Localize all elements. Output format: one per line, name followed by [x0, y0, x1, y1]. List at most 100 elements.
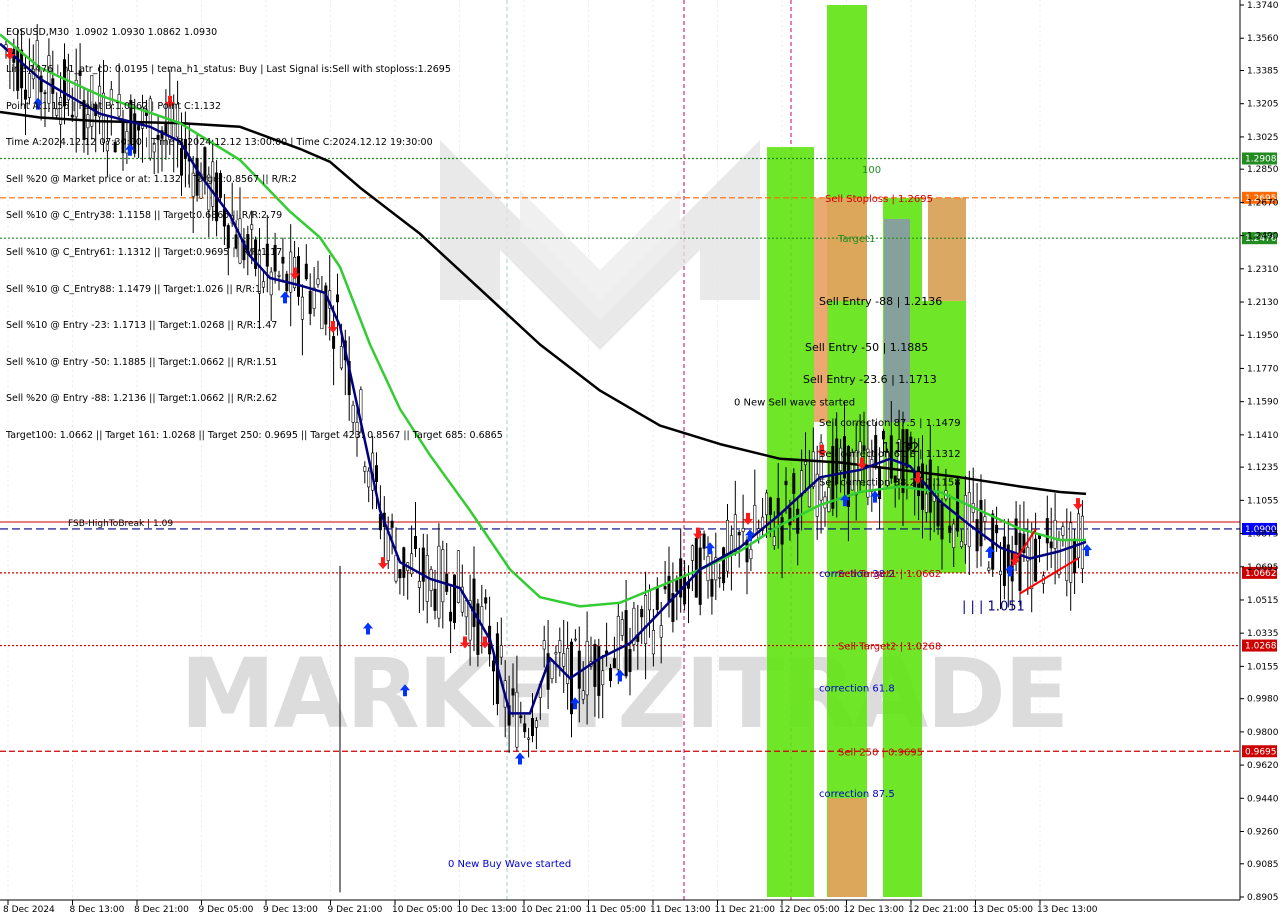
level-label: Sell Stoploss | 1.2695	[825, 194, 933, 205]
level-label: Sell Target1 | 1.0662	[838, 569, 941, 580]
fsb-label: FSB-HighToBreak | 1.09	[68, 519, 173, 529]
candle-body	[511, 688, 515, 696]
candle-body	[1034, 538, 1038, 582]
candle-body	[410, 553, 414, 575]
candle-body	[1030, 535, 1034, 590]
level-label: Sell Entry -23.6 | 1.1713	[803, 373, 937, 386]
y-tick-label: 1.2490	[1247, 232, 1279, 242]
candle-body	[413, 536, 417, 549]
info-line: Sell %10 @ C_Entry88: 1.1479 || Target:1…	[6, 283, 262, 295]
info-line: EOSUSD,M30 1.0902 1.0930 1.0862 1.0930	[6, 27, 218, 39]
x-tick-label: 11 Dec 05:00	[586, 905, 647, 915]
x-tick-label: 12 Dec 13:00	[844, 905, 905, 915]
y-tick-label: 0.9620	[1247, 761, 1279, 771]
candle-body	[667, 575, 671, 603]
candle-body	[675, 578, 679, 592]
candle-body	[394, 554, 398, 582]
y-tick-label: 1.3560	[1247, 34, 1279, 44]
x-tick-label: 12 Dec 05:00	[779, 905, 840, 915]
candle-body	[827, 487, 831, 512]
down-arrow-icon	[378, 557, 388, 570]
candle-body	[995, 524, 999, 534]
candle-body	[441, 549, 445, 603]
candle-body	[924, 493, 928, 513]
y-tick-label: 0.8905	[1247, 893, 1279, 903]
candle-body	[464, 600, 468, 618]
level-label: Target1	[837, 234, 875, 245]
level-label: correction 87.5	[819, 789, 895, 800]
x-tick-label: 9 Dec 05:00	[199, 905, 254, 915]
candle-body	[749, 549, 753, 560]
info-line: Point A:1.156 | Point B:1.0662 | Point C…	[6, 100, 222, 112]
level-label: Sell Entry -88 | 1.2136	[819, 295, 942, 308]
candle-body	[608, 667, 612, 681]
candle-body	[1069, 522, 1073, 583]
candle-body	[1065, 540, 1069, 581]
y-tick-label: 1.1410	[1247, 431, 1279, 441]
price-tag-label: 1.0268	[1245, 642, 1277, 652]
candle-body	[616, 615, 620, 670]
candle-body	[694, 538, 698, 598]
y-tick-label: 1.0515	[1247, 596, 1279, 606]
down-arrow-icon	[1073, 498, 1083, 511]
level-label: Sell correction 87.5 | 1.1479	[819, 418, 961, 429]
y-tick-label: 1.3025	[1247, 133, 1279, 143]
level-label: Sell 250 | 0.9695	[838, 747, 923, 758]
candle-body	[367, 470, 371, 488]
price-tag-label: 1.2908	[1245, 154, 1277, 164]
x-tick-label: 8 Dec 21:00	[134, 905, 189, 915]
zone-rect	[928, 197, 966, 301]
candle-body	[706, 555, 710, 581]
y-tick-label: 1.1770	[1247, 364, 1279, 374]
candle-body	[449, 611, 453, 622]
x-tick-label: 10 Dec 13:00	[457, 905, 518, 915]
candle-body	[1073, 538, 1077, 574]
y-tick-label: 1.1235	[1247, 463, 1279, 473]
candle-body	[527, 737, 531, 740]
x-tick-label: 9 Dec 13:00	[263, 905, 318, 915]
y-tick-label: 0.9980	[1247, 695, 1279, 705]
candle-body	[651, 630, 655, 655]
info-line: Time A:2024.12.12 07:30:00 | Time B:2024…	[6, 137, 433, 149]
candle-body	[476, 603, 480, 655]
y-tick-label: 1.0875	[1247, 530, 1279, 540]
candle-body	[581, 690, 585, 700]
candle-body	[983, 516, 987, 522]
info-line: Line:1476 | h1_atr_c0: 0.0195 | tema_h1_…	[6, 64, 451, 75]
candle-body	[542, 640, 546, 650]
candle-body	[979, 499, 983, 547]
info-line: Sell %10 @ Entry -23: 1.1713 || Target:1…	[6, 320, 278, 332]
candle-body	[690, 545, 694, 561]
candle-body	[390, 520, 394, 528]
zone-rect	[922, 300, 966, 573]
up-arrow-icon	[515, 752, 525, 765]
up-arrow-icon	[363, 622, 373, 635]
candle-body	[952, 523, 956, 548]
candle-body	[491, 660, 495, 672]
y-tick-label: 1.3385	[1247, 66, 1279, 76]
y-tick-label: 0.9800	[1247, 728, 1279, 738]
candle-body	[792, 473, 796, 494]
info-panel: EOSUSD,M30 1.0902 1.0930 1.0862 1.0930 L…	[6, 3, 503, 454]
y-tick-label: 1.1950	[1247, 331, 1279, 341]
candle-body	[683, 576, 687, 605]
candle-body	[733, 514, 737, 552]
up-arrow-icon	[705, 542, 715, 555]
y-tick-label: 1.1590	[1247, 398, 1279, 408]
info-line: Sell %10 @ C_Entry38: 1.1158 || Target:0…	[6, 210, 283, 222]
candle-body	[624, 610, 628, 677]
candle-body	[702, 533, 706, 549]
candle-body	[780, 517, 784, 545]
info-line: Sell %20 @ Market price or at: 1.132 || …	[6, 173, 297, 185]
candle-body	[967, 492, 971, 548]
candle-body	[1018, 532, 1022, 591]
candle-body	[534, 720, 538, 728]
candle-body	[1049, 541, 1053, 549]
candle-body	[987, 567, 991, 571]
candle-body	[601, 670, 605, 686]
y-tick-label: 1.2130	[1247, 298, 1279, 308]
annotation-label: 1.132	[882, 441, 919, 456]
candle-body	[698, 547, 702, 605]
x-tick-label: 9 Dec 21:00	[328, 905, 383, 915]
candle-body	[753, 504, 757, 535]
